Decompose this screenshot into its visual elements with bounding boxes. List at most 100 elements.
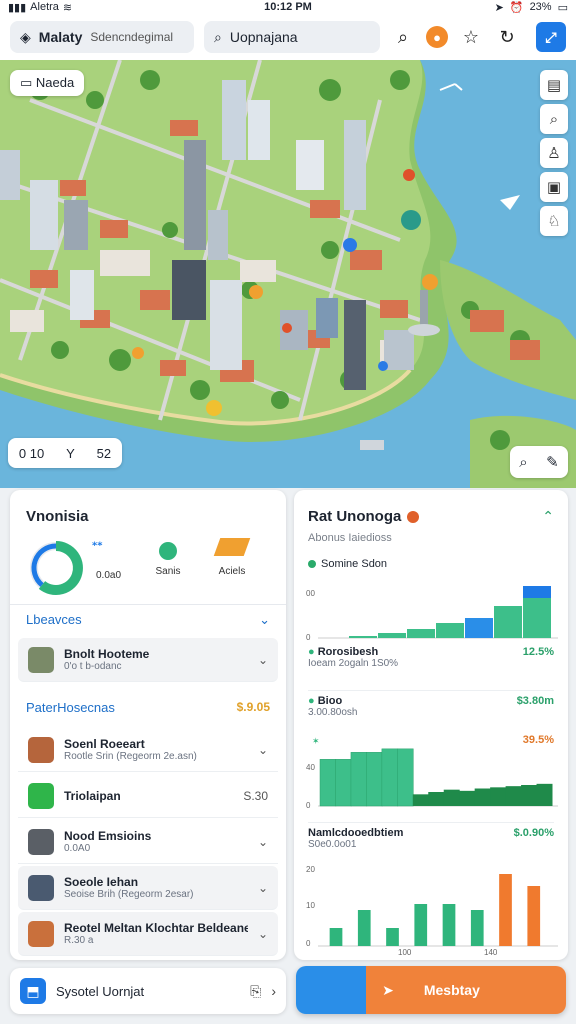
chart2-area-segment xyxy=(443,789,460,806)
map-toolbar: ▤ ⌕ ♙ ▣ ♘ xyxy=(540,70,568,236)
metric-3: Namlcdooedbtiem S0e0.0o01 $.0.90% xyxy=(308,822,554,850)
section-lbeavces-label: Lbeavces xyxy=(26,612,82,627)
list-item-title: Soenl Roeeart xyxy=(64,737,145,751)
chart1-bar-cap xyxy=(523,586,551,598)
bullet-icon: ● xyxy=(308,695,315,707)
section-paterhosecnas-label: PaterHosecnas xyxy=(26,699,115,715)
chart1-ytick: 0 xyxy=(306,633,311,642)
region-title: Vnonisia xyxy=(26,508,89,525)
list-item-title: Nood Emsioins xyxy=(64,829,152,843)
metric-2-value: $3.80m xyxy=(516,695,554,707)
bookmark-icon[interactable]: ⎘ xyxy=(250,983,261,1000)
metric-1-sub: Ioeam 2ogaln 1S0% xyxy=(308,658,399,669)
expand-button[interactable]: ⤢ xyxy=(536,22,566,52)
group-icon[interactable]: ♘ xyxy=(540,206,568,236)
chart3-bar xyxy=(357,910,371,946)
metric-1-label: ● Rorosibesh xyxy=(308,646,554,658)
chart3-bar xyxy=(414,904,428,946)
refresh-icon[interactable]: ↻ xyxy=(494,24,520,50)
chart2-area-segment xyxy=(412,794,429,806)
list-item[interactable]: Nood Emsioins 0.0A0 ⌄ xyxy=(18,820,278,864)
chevron-down-icon: ⌄ xyxy=(257,742,268,757)
city-map[interactable]: ▭ Naeda ▤ ⌕ ♙ ▣ ♘ 0 10 Y 52 ⌕ ✎ xyxy=(0,60,576,488)
chart-2: 40 0 ✶ xyxy=(306,736,558,810)
bottom-bar: ⬒ Sysotel Uornjat ⎘ › xyxy=(10,968,286,1014)
status-dot-icon xyxy=(407,510,420,523)
thumbnail-image xyxy=(28,874,54,901)
status-bar: ▮▮▮ Aletra ≋ 10:12 PM ➤ ⏰ 23% ▭ xyxy=(0,0,576,14)
chevron-right-icon[interactable]: › xyxy=(271,983,276,999)
chat-icon[interactable]: ▣ xyxy=(540,172,568,202)
list-item-sub: R.30 a xyxy=(64,935,94,946)
stat-a-block: Sanis xyxy=(144,542,192,577)
primary-action-button[interactable]: ➤ Mesbtay xyxy=(296,966,566,1014)
metric-3-sub: S0e0.0o01 xyxy=(308,839,357,850)
app-icon[interactable]: ⬒ xyxy=(20,978,46,1004)
person-icon[interactable]: ♙ xyxy=(540,138,568,168)
metric-3-value: $.0.90% xyxy=(513,827,554,839)
metric-2-label-text: Bioo xyxy=(317,695,343,707)
bottom-label: Sysotel Uornjat xyxy=(56,983,145,999)
scale-left: 0 10 xyxy=(18,445,45,461)
thumbnail-image xyxy=(28,920,54,947)
chart2-area-segment xyxy=(490,787,507,806)
chart3-bar xyxy=(499,874,512,946)
metric-2: ● Bioo 3.00.80osh $3.80m xyxy=(308,690,554,718)
stats-title-block: Rat Unonoga xyxy=(308,508,420,525)
stat-b-label: Aciels xyxy=(218,566,246,577)
chart3-xtick: 100 xyxy=(398,948,412,956)
chart3-ytick: 0 xyxy=(306,939,311,948)
edit-icon[interactable]: ✎ xyxy=(546,453,559,471)
thumbnail-image xyxy=(28,646,54,673)
chart3-bar xyxy=(442,904,456,946)
chart1-legend-label: Somine Sdon xyxy=(321,558,388,570)
chart1-bar xyxy=(494,606,522,638)
list-item-sub: 0'o t b-odanc xyxy=(64,661,122,672)
stats-title: Rat Unonoga xyxy=(308,508,402,525)
map-badge[interactable]: ▭ Naeda xyxy=(10,70,85,96)
notification-icon[interactable]: ● xyxy=(426,26,448,48)
chevron-up-icon[interactable]: ⌃ xyxy=(542,508,554,525)
list-item[interactable]: Soenl Roeeart Rootle Srin (Regeorm 2e.as… xyxy=(18,728,278,772)
section-lbeavces[interactable]: Lbeavces ⌄ xyxy=(10,604,286,634)
metric-1: ● Rorosibesh Ioeam 2ogaln 1S0% 12.5% xyxy=(308,646,554,669)
section-paterhosecnas[interactable]: PaterHosecnas $.9.05 xyxy=(10,692,286,722)
chart3-ytick: 20 xyxy=(306,865,315,874)
list-item[interactable]: Bnolt Hooteme 0'o t b-odanc ⌄ xyxy=(18,638,278,682)
app-logo-icon: ◈ xyxy=(20,28,31,45)
chart3-bar xyxy=(386,928,399,946)
search-field[interactable]: ⌕ Uopnajana xyxy=(204,21,380,53)
stat-c-value: 0.0a0 xyxy=(96,570,122,581)
star-icon[interactable]: ☆ xyxy=(458,24,484,50)
legend-dot-icon xyxy=(308,560,316,568)
list-item-title: Triolaipan xyxy=(64,788,121,803)
zoom-search-icon[interactable]: ⌕ xyxy=(540,104,568,134)
arrow-right-icon: ➤ xyxy=(382,981,394,998)
scale-control[interactable]: 0 10 Y 52 xyxy=(8,438,122,468)
list-item-trail: S.30 xyxy=(243,788,268,803)
zoom-icon[interactable]: ⌕ xyxy=(519,454,527,471)
list-item[interactable]: Reotel Meltan Klochtar Beldeane R.30 a ⌄ xyxy=(18,912,278,956)
layers-icon[interactable]: ▤ xyxy=(540,70,568,100)
map-badge-icon: ▭ xyxy=(20,75,33,90)
green-app-icon xyxy=(28,782,54,809)
chart2-area-segment xyxy=(474,788,491,806)
sparkle-icon: ⁎⁎ xyxy=(92,538,103,549)
chart2-area-segment xyxy=(505,786,522,806)
region-panel: Vnonisia ⁎⁎ 0.0a0 Sanis Aciels Lbeavces … xyxy=(10,490,286,960)
app-switcher[interactable]: ◈ Malaty Sdencndegimal xyxy=(10,21,194,53)
stats-subtitle: Abonus Iaiedioss xyxy=(308,532,392,544)
stack-icon xyxy=(213,538,251,556)
list-item-title: Bnolt Hooteme xyxy=(64,647,150,661)
chart2-area-segment xyxy=(459,790,476,806)
sparkle-icon: ✶ xyxy=(312,736,320,746)
thumbnail-image xyxy=(28,736,54,763)
search-icon-button[interactable]: ⌕ xyxy=(390,24,416,50)
list-item[interactable]: Soeole Iehan Seoise Brih (Regeorm 2esar)… xyxy=(18,866,278,910)
chart-3: 20 10 0 100 140 xyxy=(306,865,558,956)
app-title: Malaty xyxy=(38,29,83,45)
chart3-xtick: 140 xyxy=(484,948,498,956)
list-item-sub: 0.0A0 xyxy=(64,843,91,854)
map-badge-label: Naeda xyxy=(35,75,75,90)
list-item[interactable]: Triolaipan S.30 xyxy=(18,774,278,818)
